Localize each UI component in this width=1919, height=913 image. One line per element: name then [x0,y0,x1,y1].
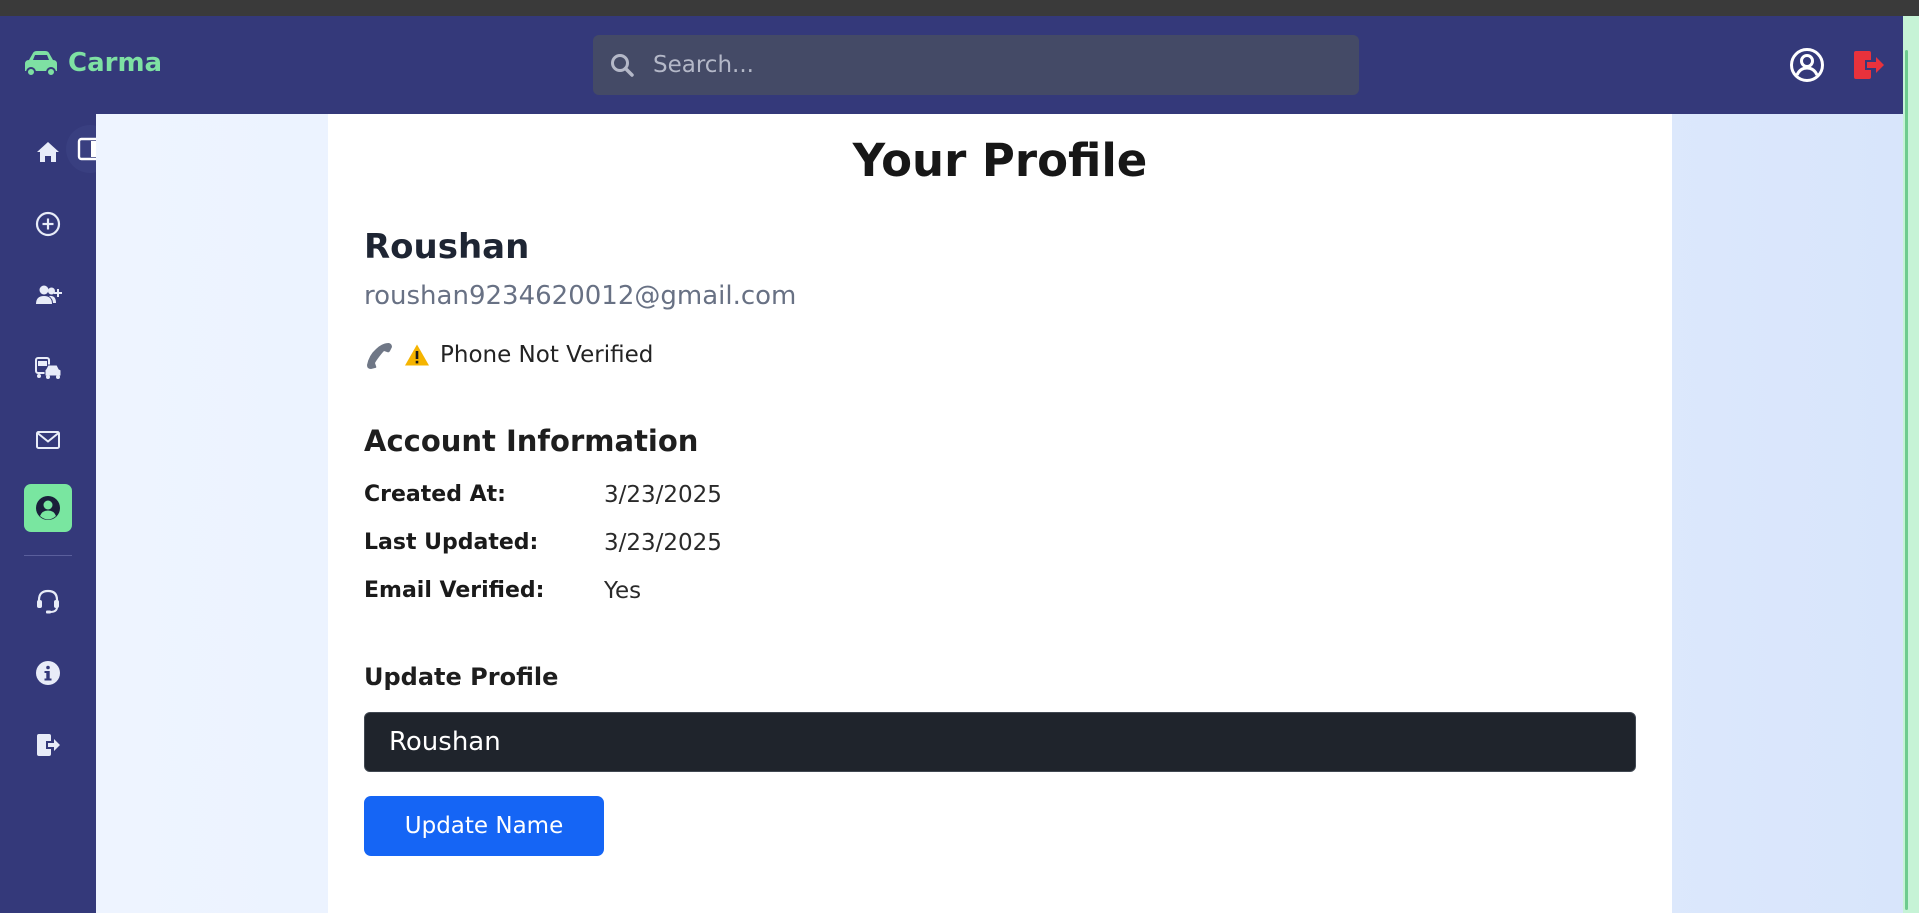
sidebar-item-vehicles[interactable] [24,344,72,392]
last-updated-label: Last Updated: [364,530,539,555]
update-name-button[interactable]: Update Name [364,796,604,856]
sidebar-item-add-user[interactable] [24,272,72,320]
logout-icon[interactable] [1851,49,1885,81]
sidebar-item-logout[interactable] [24,721,72,769]
sidebar-item-home[interactable] [24,128,72,176]
user-circle-icon[interactable] [1789,47,1825,83]
created-at-value: 3/23/2025 [604,482,722,508]
created-at-label: Created At: [364,482,506,507]
sidebar-item-info[interactable] [24,649,72,697]
top-navbar: Carma [0,16,1903,114]
scrollbar-thumb[interactable] [1905,50,1908,910]
phone-status-text: Phone Not Verified [440,342,654,368]
email-verified-value: Yes [604,578,642,604]
vehicles-icon [35,357,62,379]
phone-status: Phone Not Verified [364,340,653,370]
warning-icon [405,344,429,366]
phone-icon [367,343,392,369]
headset-icon [37,589,59,614]
profile-name: Roushan [364,227,530,267]
sidebar-item-add[interactable] [24,200,72,248]
last-updated-value: 3/23/2025 [604,530,722,556]
email-verified-label: Email Verified: [364,578,545,603]
name-field[interactable] [364,712,1636,772]
brand-name: Carma [68,48,163,78]
brand-logo[interactable]: Carma [22,48,162,78]
home-icon [37,142,59,162]
user-plus-icon [36,285,62,304]
profile-email: roushan9234620012@gmail.com [364,281,797,311]
profile-card: Your Profile Roushan roushan9234620012@g… [328,114,1672,913]
user-circle-icon [36,496,60,520]
sidebar [0,114,96,913]
search-input[interactable] [653,52,1333,78]
plus-circle-icon [35,211,61,237]
account-info-title: Account Information [364,424,699,458]
sidebar-item-mail[interactable] [24,416,72,464]
page-title: Your Profile [852,134,1148,187]
sidebar-item-support[interactable] [24,577,72,625]
sign-out-icon [37,734,60,756]
window-top-strip [0,0,1919,16]
sidebar-divider [24,555,72,556]
scrollbar-track[interactable] [1903,16,1919,913]
car-icon [25,51,57,77]
search-box[interactable] [593,35,1359,95]
info-icon [36,661,60,685]
mail-icon [36,431,60,449]
search-icon [611,54,634,77]
sidebar-item-profile[interactable] [24,484,72,532]
update-profile-title: Update Profile [364,663,559,691]
